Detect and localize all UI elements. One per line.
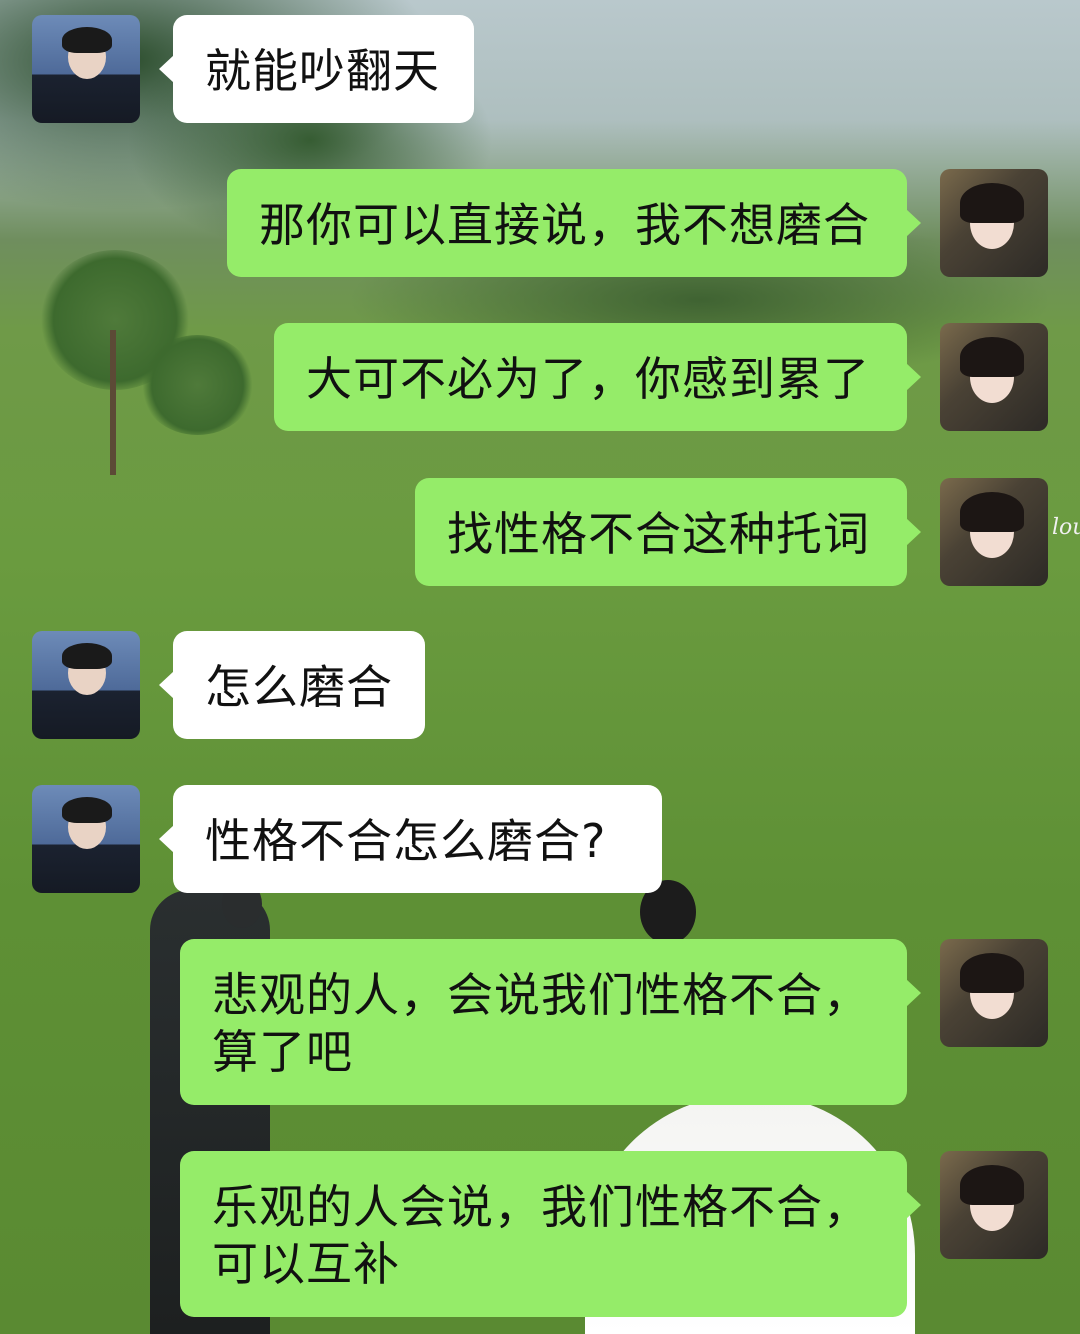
message-bubble[interactable]: 找性格不合这种托词: [415, 478, 921, 586]
bush-tree: [140, 335, 255, 435]
avatar-male[interactable]: [32, 15, 140, 123]
avatar-hair: [960, 183, 1024, 223]
message-bubble[interactable]: 乐观的人会说，我们性格不合， 可以互补: [180, 1151, 921, 1317]
message-bubble[interactable]: 那你可以直接说，我不想磨合: [227, 169, 921, 277]
avatar-hair: [960, 492, 1024, 532]
message-bubble[interactable]: 大可不必为了，你感到累了: [274, 323, 921, 431]
avatar-hair: [960, 953, 1024, 993]
avatar-female[interactable]: [940, 1151, 1048, 1259]
avatar-male[interactable]: [32, 631, 140, 739]
message-bubble[interactable]: 性格不合怎么磨合?: [159, 785, 662, 893]
message-bubble[interactable]: 怎么磨合: [159, 631, 425, 739]
avatar-hair: [960, 337, 1024, 377]
avatar-female[interactable]: [940, 323, 1048, 431]
avatar-hair: [62, 27, 112, 53]
avatar-hair: [62, 643, 112, 669]
avatar-female[interactable]: [940, 169, 1048, 277]
avatar-hair: [960, 1165, 1024, 1205]
avatar-female[interactable]: [940, 939, 1048, 1047]
message-bubble[interactable]: 就能吵翻天: [159, 15, 474, 123]
avatar-hair: [62, 797, 112, 823]
message-bubble[interactable]: 悲观的人，会说我们性格不合， 算了吧: [180, 939, 921, 1105]
background-script-text: lou: [1052, 515, 1080, 540]
avatar-male[interactable]: [32, 785, 140, 893]
avatar-female[interactable]: [940, 478, 1048, 586]
palm-trunk: [110, 330, 116, 475]
